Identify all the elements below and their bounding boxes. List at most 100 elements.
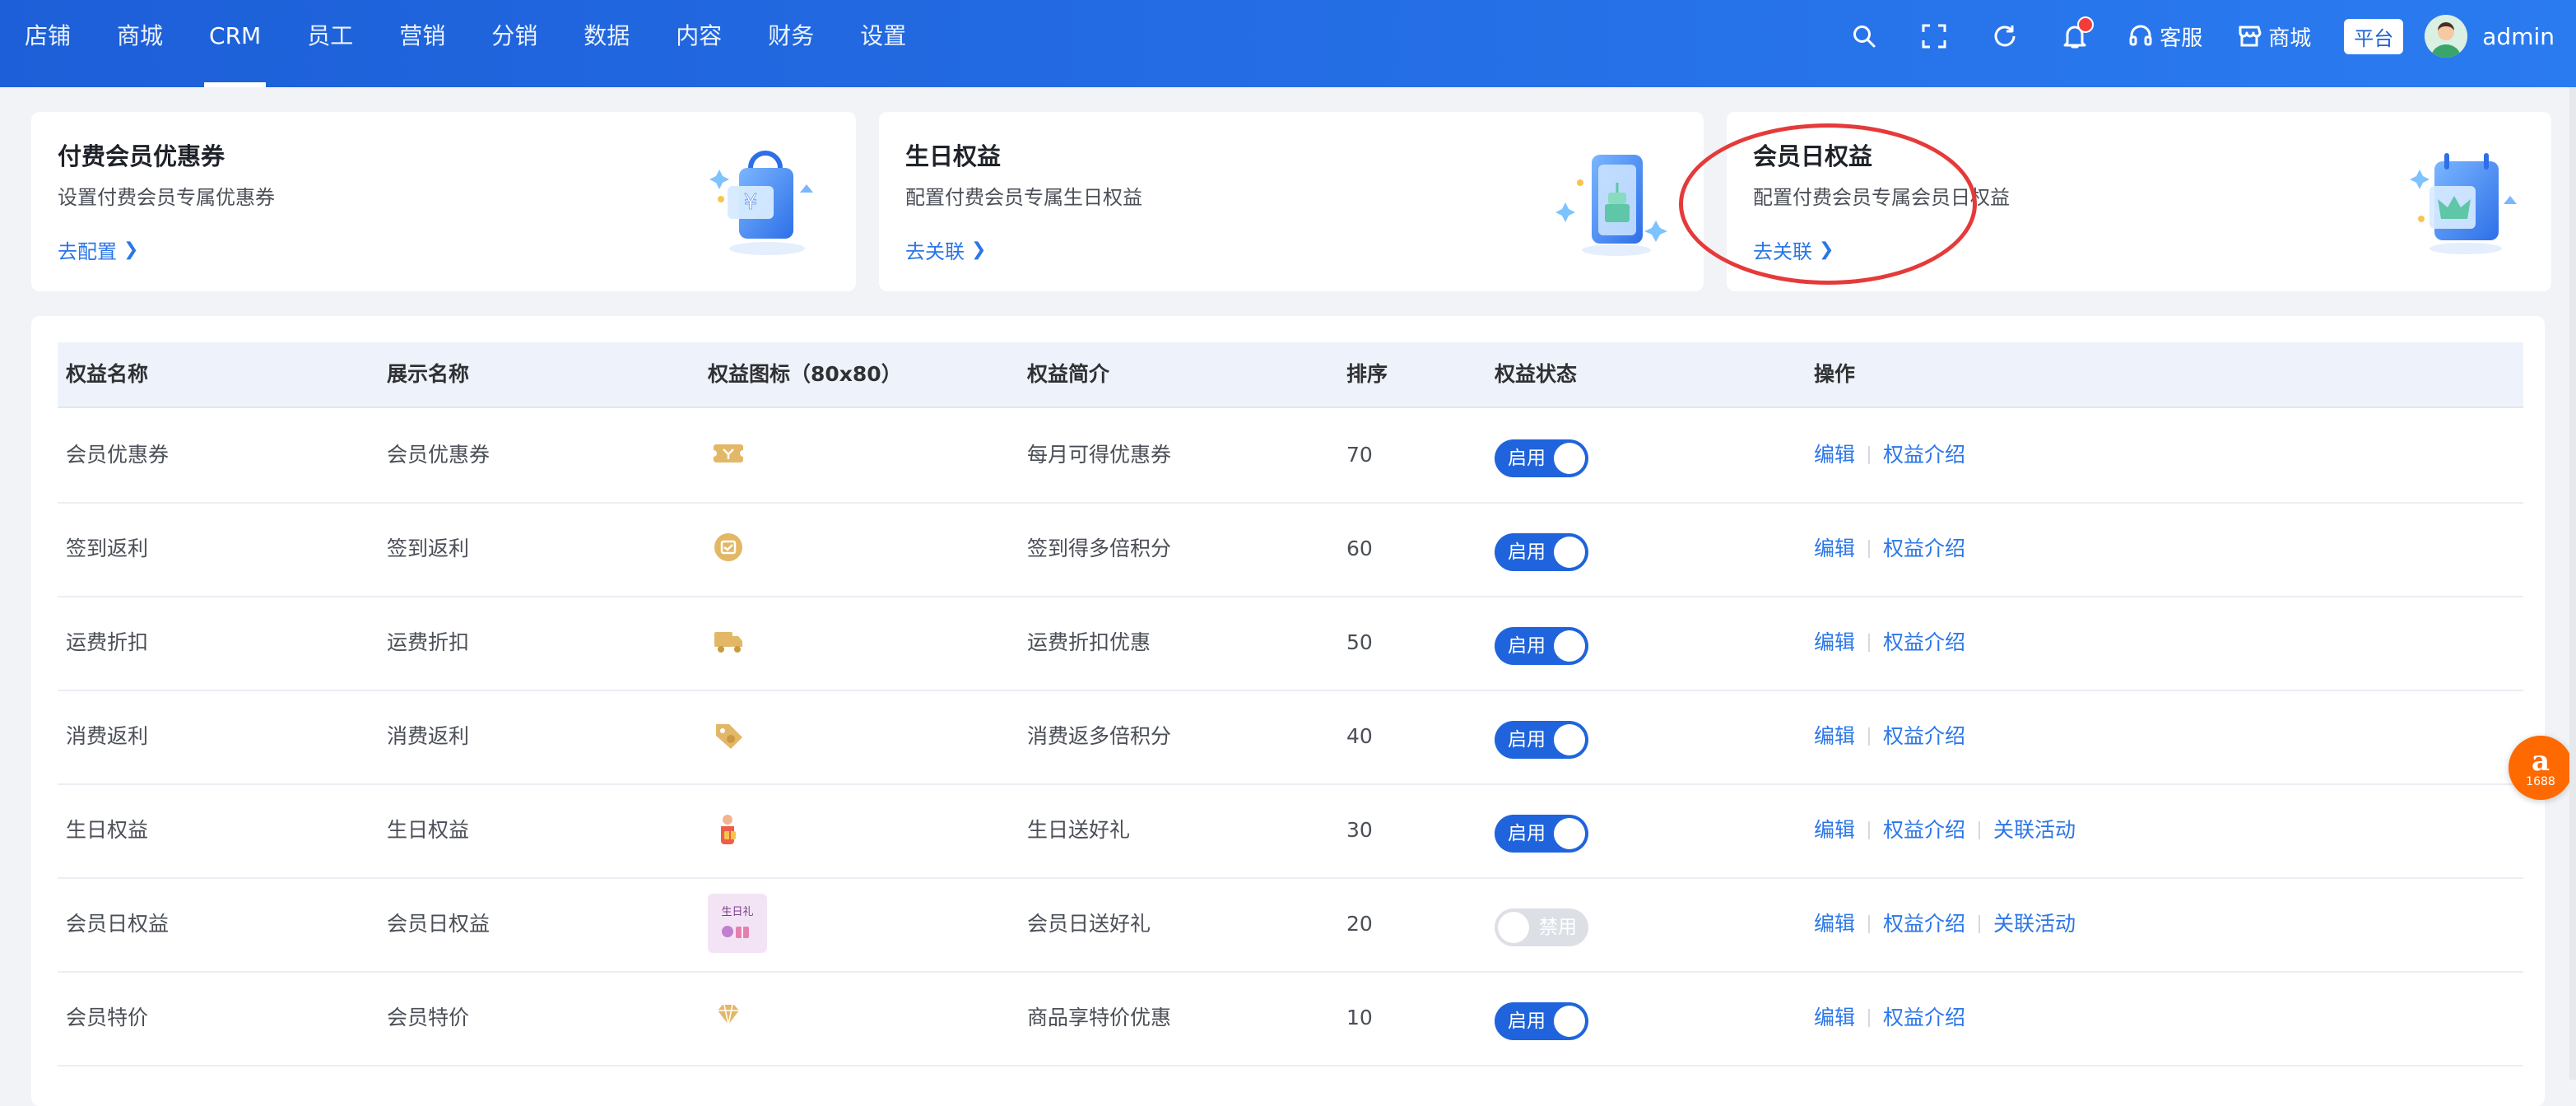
- divider: [1868, 540, 1871, 558]
- float-badge-label: 1688: [2526, 775, 2555, 788]
- toggle-knob: [1554, 1006, 1585, 1037]
- benefit-intro-link[interactable]: 权益介绍: [1883, 971, 1965, 1065]
- nav-item-content[interactable]: 内容: [653, 0, 745, 87]
- nav-item-mall[interactable]: 商城: [94, 0, 186, 87]
- cell-display-name: 消费返利: [387, 724, 470, 748]
- status-toggle[interactable]: 启用: [1495, 1002, 1588, 1040]
- cell-order: 30: [1346, 818, 1373, 842]
- status-toggle[interactable]: 启用: [1495, 533, 1588, 571]
- divider: [1868, 1009, 1871, 1027]
- row-actions: 编辑 权益介绍 关联活动: [1814, 783, 2076, 877]
- platform-switch-button[interactable]: 平台: [2344, 18, 2404, 54]
- row-actions: 编辑 权益介绍: [1814, 971, 1965, 1065]
- col-header-name: 权益名称: [66, 362, 149, 386]
- toggle-knob: [1554, 724, 1585, 755]
- cell-display-name: 签到返利: [387, 537, 470, 560]
- benefit-intro-link[interactable]: 权益介绍: [1883, 690, 1965, 783]
- status-toggle[interactable]: 启用: [1495, 815, 1588, 853]
- benefit-intro-link[interactable]: 权益介绍: [1883, 502, 1965, 596]
- cell-name: 生日权益: [66, 818, 149, 842]
- toggle-knob: [1554, 818, 1585, 849]
- fullscreen-icon: [1922, 24, 1946, 49]
- nav-item-data[interactable]: 数据: [560, 0, 653, 87]
- toggle-label: 启用: [1508, 729, 1546, 750]
- table-row: 运费折扣 运费折扣 运费折扣优惠 50 启用 编辑 权益介绍: [58, 596, 2523, 691]
- cell-name: 运费折扣: [66, 630, 149, 654]
- nav-item-marketing[interactable]: 营销: [376, 0, 468, 87]
- coupon-bag-icon: ¥: [709, 151, 813, 255]
- birthday-gift-thumbnail: 生日礼: [708, 894, 767, 953]
- cell-intro: 每月可得优惠券: [1027, 443, 1172, 467]
- benefit-intro-link[interactable]: 权益介绍: [1883, 596, 1965, 690]
- user-menu[interactable]: admin: [2425, 15, 2555, 58]
- notification-dot: [2077, 16, 2095, 33]
- cell-icon: [708, 714, 749, 755]
- benefit-intro-link[interactable]: 权益介绍: [1883, 783, 1965, 877]
- status-toggle[interactable]: 禁用: [1495, 908, 1588, 946]
- customer-service-button[interactable]: 客服: [2128, 21, 2202, 52]
- cell-icon: [708, 996, 749, 1037]
- col-header-actions: 操作: [1814, 362, 1856, 386]
- search-button[interactable]: [1852, 24, 1876, 49]
- divider: [1868, 821, 1871, 839]
- divider: [1868, 727, 1871, 746]
- cell-display-name: 生日权益: [387, 818, 470, 842]
- refresh-icon: [1994, 26, 2016, 47]
- cell-name: 会员日权益: [66, 912, 170, 936]
- edit-link[interactable]: 编辑: [1814, 971, 1855, 1065]
- cell-intro: 消费返多倍积分: [1027, 724, 1172, 748]
- toggle-label: 禁用: [1539, 917, 1577, 938]
- nav-item-finance[interactable]: 财务: [745, 0, 837, 87]
- nav-item-staff[interactable]: 员工: [284, 0, 376, 87]
- page-scrollbar[interactable]: [2569, 87, 2576, 1080]
- benefit-intro-link[interactable]: 权益介绍: [1883, 408, 1965, 502]
- notification-button[interactable]: [2062, 16, 2095, 49]
- toggle-knob: [1554, 443, 1585, 474]
- nav-item-settings[interactable]: 设置: [837, 0, 929, 87]
- cell-display-name: 会员特价: [387, 1006, 470, 1029]
- mall-button[interactable]: 商城: [2237, 21, 2311, 52]
- related-activity-link[interactable]: 关联活动: [1993, 783, 2076, 877]
- float-1688-button[interactable]: a 1688: [2509, 736, 2573, 800]
- nav-item-store[interactable]: 店铺: [0, 0, 94, 87]
- refresh-button[interactable]: [1992, 23, 2018, 49]
- ticket-icon: [710, 444, 746, 462]
- table-header: 权益名称 展示名称 权益图标（80x80） 权益简介 排序 权益状态 操作: [58, 342, 2523, 408]
- nav-item-crm[interactable]: CRM: [186, 0, 284, 87]
- row-actions: 编辑 权益介绍: [1814, 690, 1965, 783]
- chevron-right-icon: ❯: [971, 239, 987, 260]
- top-nav-bar: 店铺 商城 CRM 员工 营销 分销 数据 内容 财务 设置 客服 商城 平台 …: [0, 0, 2576, 87]
- card-link-label: 去关联: [905, 240, 965, 263]
- edit-link[interactable]: 编辑: [1814, 502, 1855, 596]
- related-activity-link[interactable]: 关联活动: [1993, 877, 2076, 971]
- chevron-right-icon: ❯: [123, 239, 139, 260]
- edit-link[interactable]: 编辑: [1814, 690, 1855, 783]
- status-toggle[interactable]: 启用: [1495, 627, 1588, 665]
- edit-link[interactable]: 编辑: [1814, 877, 1855, 971]
- edit-link[interactable]: 编辑: [1814, 596, 1855, 690]
- mall-label: 商城: [2268, 26, 2312, 51]
- col-header-intro: 权益简介: [1027, 362, 1110, 386]
- card-paid-member-coupon: 付费会员优惠券 设置付费会员专属优惠券 去配置 ❯ ¥: [31, 112, 856, 291]
- edit-link[interactable]: 编辑: [1814, 408, 1855, 502]
- status-toggle[interactable]: 启用: [1495, 721, 1588, 759]
- col-header-icon: 权益图标（80x80）: [708, 362, 902, 386]
- toggle-knob: [1498, 912, 1529, 943]
- edit-link[interactable]: 编辑: [1814, 783, 1855, 877]
- customer-service-label: 客服: [2160, 26, 2203, 51]
- col-header-display-name: 展示名称: [387, 362, 470, 386]
- diamond-icon: [718, 1004, 739, 1025]
- toggle-label: 启用: [1508, 541, 1546, 563]
- card-associate-link[interactable]: 去关联 ❯: [1753, 235, 1834, 264]
- card-configure-link[interactable]: 去配置 ❯: [58, 235, 138, 264]
- status-toggle[interactable]: 启用: [1495, 439, 1588, 477]
- shop-icon: [2239, 26, 2262, 47]
- table-row: 消费返利 消费返利 消费返多倍积分 40 启用 编辑 权益介绍: [58, 690, 2523, 785]
- card-associate-link[interactable]: 去关联 ❯: [905, 235, 986, 264]
- fullscreen-button[interactable]: [1921, 23, 1947, 49]
- cell-name: 会员优惠券: [66, 443, 170, 467]
- benefit-intro-link[interactable]: 权益介绍: [1883, 877, 1965, 971]
- table-row: 签到返利 签到返利 签到得多倍积分 60 启用 编辑 权益介绍: [58, 502, 2523, 597]
- nav-item-distribution[interactable]: 分销: [468, 0, 560, 87]
- float-badge-logo: a: [2531, 745, 2550, 778]
